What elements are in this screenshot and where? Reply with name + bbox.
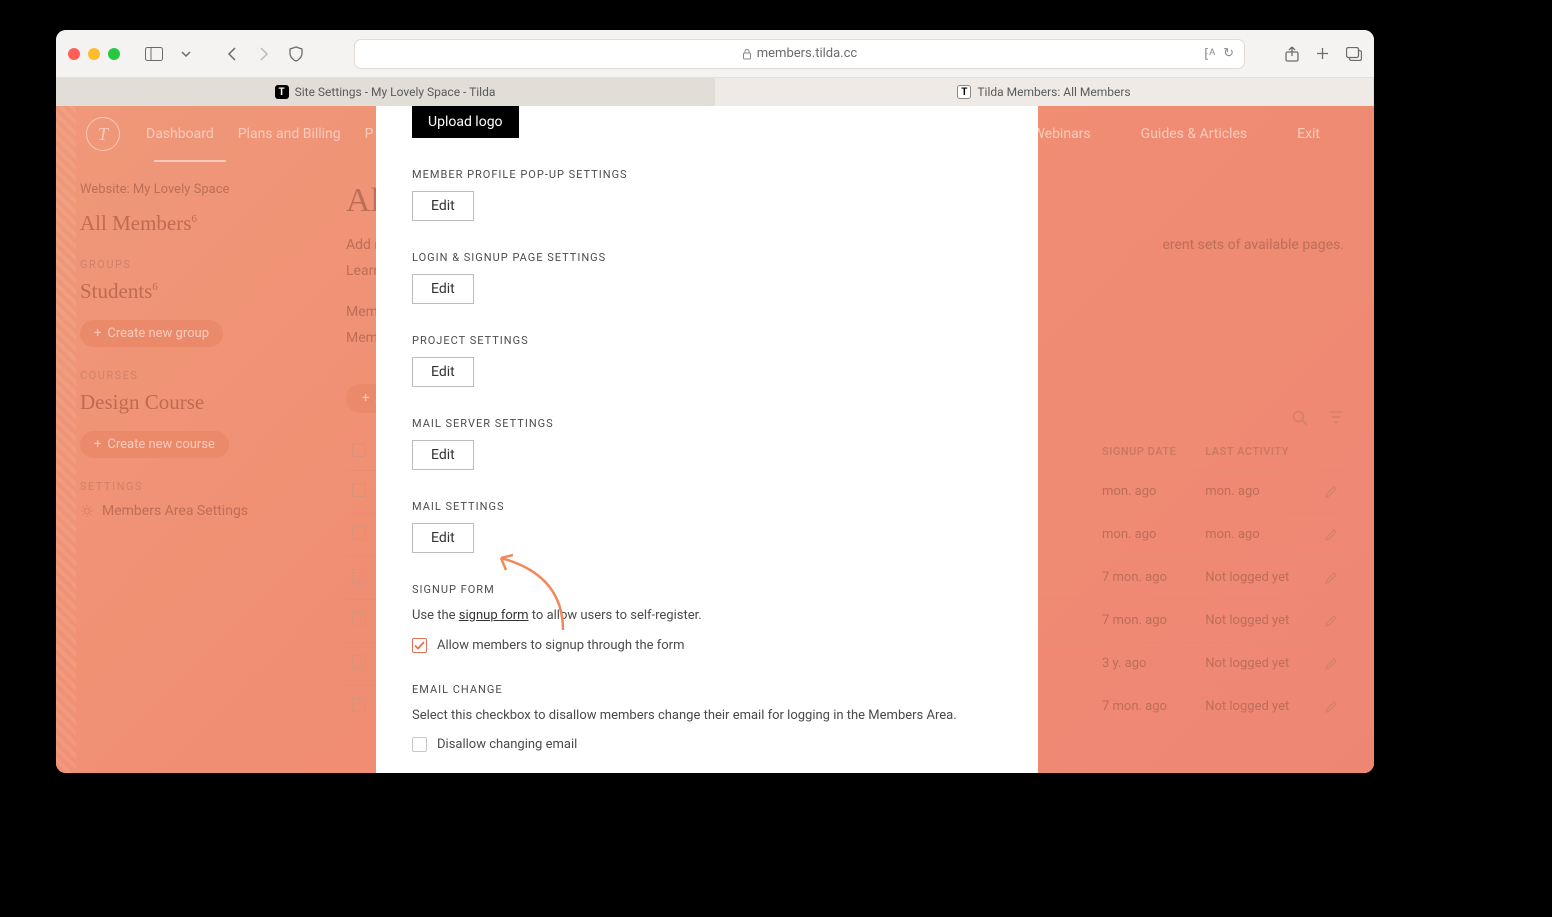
pencil-icon[interactable] (1324, 700, 1338, 714)
plus-icon: + (94, 326, 101, 341)
section-email-change: EMAIL CHANGE (412, 683, 1002, 696)
col-activity: LAST ACTIVITY (1199, 433, 1314, 471)
browser-window: members.tilda.cc ⁅ᴬ ↻ T Site Settings - … (56, 30, 1374, 773)
edit-popup-button[interactable]: Edit (412, 191, 474, 221)
nav-exit[interactable]: Exit (1297, 126, 1320, 142)
sidebar-members-settings[interactable]: Members Area Settings (80, 503, 272, 519)
cell-signup: mon. ago (1096, 513, 1199, 556)
checkbox-unchecked-icon (412, 737, 427, 752)
browser-tabbar: T Site Settings - My Lovely Space - Tild… (56, 78, 1374, 106)
settings-modal: Upload logo MEMBER PROFILE POP-UP SETTIN… (376, 106, 1038, 773)
create-group-button[interactable]: + Create new group (80, 320, 223, 347)
filter-icon[interactable] (1328, 410, 1344, 426)
tilda-logo-icon[interactable]: T (86, 117, 120, 151)
pencil-icon[interactable] (1324, 614, 1338, 628)
row-checkbox[interactable] (352, 655, 366, 669)
sidebar-section-courses: COURSES (80, 369, 272, 382)
signup-form-link[interactable]: signup form (459, 608, 529, 623)
sidebar: Website: My Lovely Space All Members6 GR… (56, 162, 296, 773)
nav-partial[interactable]: P (365, 126, 374, 142)
gear-icon (80, 504, 94, 518)
row-checkbox[interactable] (352, 526, 366, 540)
section-mail: MAIL SETTINGS (412, 500, 1002, 513)
favicon-icon: T (275, 85, 289, 99)
sidebar-section-settings: SETTINGS (80, 480, 272, 493)
url-bar[interactable]: members.tilda.cc ⁅ᴬ ↻ (354, 39, 1245, 69)
cell-activity: mon. ago (1199, 513, 1314, 556)
edit-mailserver-button[interactable]: Edit (412, 440, 474, 470)
select-all-checkbox[interactable] (352, 443, 366, 457)
checkbox-checked-icon (412, 638, 427, 653)
nav-dashboard[interactable]: Dashboard (146, 126, 214, 142)
shield-icon[interactable] (282, 40, 310, 68)
share-icon[interactable] (1285, 45, 1299, 62)
sidebar-toggle-icon[interactable] (140, 40, 168, 68)
forward-button[interactable] (250, 40, 278, 68)
cell-activity: Not logged yet (1199, 599, 1314, 642)
pencil-icon[interactable] (1324, 528, 1338, 542)
edit-mail-button[interactable]: Edit (412, 523, 474, 553)
section-login: LOGIN & SIGNUP PAGE SETTINGS (412, 251, 1002, 264)
new-tab-icon[interactable] (1315, 46, 1330, 61)
section-popup: MEMBER PROFILE POP-UP SETTINGS (412, 168, 1002, 181)
maximize-window-button[interactable] (108, 48, 120, 60)
create-course-button[interactable]: + Create new course (80, 431, 229, 458)
browser-tab-1[interactable]: T Tilda Members: All Members (715, 78, 1374, 106)
sidebar-all-members[interactable]: All Members6 (80, 211, 272, 236)
page-content: T Dashboard Plans and Billing P Center W… (56, 106, 1374, 773)
plus-icon: + (362, 391, 369, 406)
sidebar-section-groups: GROUPS (80, 258, 272, 271)
cell-signup: 7 mon. ago (1096, 599, 1199, 642)
pencil-icon[interactable] (1324, 485, 1338, 499)
edit-project-button[interactable]: Edit (412, 357, 474, 387)
pencil-icon[interactable] (1324, 657, 1338, 671)
row-checkbox[interactable] (352, 569, 366, 583)
tabs-overview-icon[interactable] (1346, 47, 1362, 61)
nav-webinars[interactable]: Webinars (1032, 126, 1090, 142)
section-signup-form: SIGNUP FORM (412, 583, 1002, 596)
allow-signup-checkbox-row[interactable]: Allow members to signup through the form (412, 638, 1002, 653)
url-text: members.tilda.cc (757, 46, 857, 61)
row-checkbox[interactable] (352, 483, 366, 497)
nav-plans[interactable]: Plans and Billing (238, 126, 341, 142)
upload-logo-button[interactable]: Upload logo (412, 106, 519, 138)
translate-icon[interactable]: ⁅ᴬ (1204, 46, 1215, 62)
pencil-icon[interactable] (1324, 571, 1338, 585)
cell-signup: 7 mon. ago (1096, 556, 1199, 599)
sidebar-group-students[interactable]: Students6 (80, 279, 272, 304)
cell-activity: Not logged yet (1199, 685, 1314, 728)
disallow-email-checkbox-row[interactable]: Disallow changing email (412, 737, 1002, 752)
browser-toolbar: members.tilda.cc ⁅ᴬ ↻ (56, 30, 1374, 78)
cell-activity: mon. ago (1199, 470, 1314, 513)
cell-activity: Not logged yet (1199, 556, 1314, 599)
cell-signup: mon. ago (1096, 470, 1199, 513)
minimize-window-button[interactable] (88, 48, 100, 60)
plus-icon: + (94, 437, 101, 452)
favicon-icon: T (957, 85, 971, 99)
search-icon[interactable] (1292, 410, 1308, 426)
back-button[interactable] (218, 40, 246, 68)
edit-login-button[interactable]: Edit (412, 274, 474, 304)
tab-label: Tilda Members: All Members (977, 85, 1130, 99)
chevron-down-icon[interactable] (172, 40, 200, 68)
tab-label: Site Settings - My Lovely Space - Tilda (295, 85, 496, 99)
sidebar-course[interactable]: Design Course (80, 390, 272, 415)
nav-guides[interactable]: Guides & Articles (1141, 126, 1247, 142)
row-checkbox[interactable] (352, 612, 366, 626)
signup-desc: Use the signup form to allow users to se… (412, 606, 1002, 626)
website-label: Website: My Lovely Space (80, 182, 272, 197)
row-checkbox[interactable] (352, 698, 366, 712)
col-signup: SIGNUP DATE (1096, 433, 1199, 471)
section-mailserver: MAIL SERVER SETTINGS (412, 417, 1002, 430)
window-controls (68, 48, 120, 60)
cell-signup: 3 y. ago (1096, 642, 1199, 685)
reload-icon[interactable]: ↻ (1223, 46, 1234, 62)
section-project: PROJECT SETTINGS (412, 334, 1002, 347)
email-change-desc: Select this checkbox to disallow members… (412, 706, 1002, 726)
browser-tab-0[interactable]: T Site Settings - My Lovely Space - Tild… (56, 78, 715, 106)
cell-activity: Not logged yet (1199, 642, 1314, 685)
cell-signup: 7 mon. ago (1096, 685, 1199, 728)
close-window-button[interactable] (68, 48, 80, 60)
